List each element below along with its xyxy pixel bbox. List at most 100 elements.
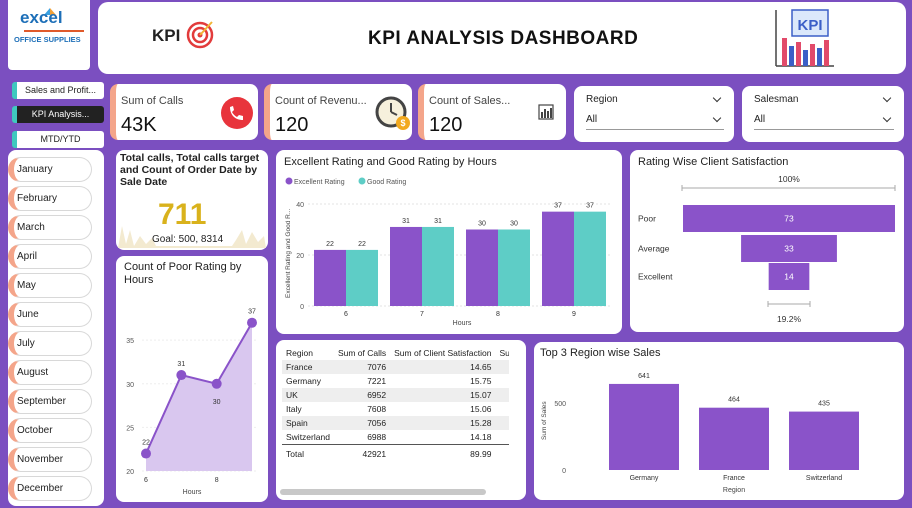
table-body: France 7076 14.65 Germany 7221 15.75 UK 6952 15.… — [282, 360, 510, 460]
salesman-filter[interactable]: Salesman All — [742, 86, 904, 142]
x-axis-label: Hours — [183, 489, 202, 496]
x-tick-label: 7 — [420, 311, 424, 318]
col-header-region[interactable]: Region — [282, 346, 334, 360]
region-table: Region Sum of Calls Sum of Client Satisf… — [282, 346, 510, 460]
table-cell: 7608 — [367, 404, 387, 414]
card-label: Sum of Calls — [121, 95, 184, 107]
funnel-top-label: 100% — [778, 174, 800, 184]
month-april[interactable]: April — [8, 244, 92, 269]
y-axis-label: Sum of Sales — [541, 401, 548, 440]
logo-subtext: OFFICE SUPPLIES — [14, 35, 81, 44]
phone-icon — [221, 97, 253, 129]
table-cell: UK — [282, 388, 334, 402]
card-label: Count of Sales... — [429, 95, 511, 107]
table-cell: 15.28 — [390, 416, 496, 430]
data-point — [176, 370, 187, 381]
rating-by-hours-chart: Excellent Rating Good Rating Excellent R… — [285, 177, 612, 327]
col-header-calls[interactable]: Sum of Calls — [334, 346, 390, 360]
chevron-down-icon[interactable] — [712, 93, 722, 103]
table-row[interactable]: Switzerland 6988 14.18 — [282, 430, 509, 444]
table-cell: 15.07 — [390, 388, 496, 402]
region-select[interactable]: All — [586, 112, 724, 130]
month-february[interactable]: February — [8, 186, 92, 211]
month-may[interactable]: May — [8, 273, 92, 298]
month-january[interactable]: January — [8, 157, 92, 182]
funnel-category-label: Excellent — [638, 272, 673, 282]
col-header-sum[interactable]: Sum — [495, 346, 509, 360]
poor-rating-chart: Hours 20 25 30 35 22 31 30 37 6 8 — [126, 309, 258, 496]
table-cell: 14.65 — [390, 360, 496, 374]
header-bar: KPI KPI ANALYSIS DASHBOARD KPI — [98, 2, 906, 74]
table-cell: Switzerland — [286, 431, 330, 442]
table-row[interactable]: Germany 7221 15.75 — [282, 374, 509, 388]
funnel-value-label: 14 — [784, 272, 794, 282]
table-total-cell: 89.99 — [390, 443, 496, 460]
goal-gauge-panel[interactable]: Total calls, Total calls target and Coun… — [116, 150, 268, 250]
funnel-bottom-label: 19.2% — [777, 314, 802, 324]
area-fill — [146, 322, 252, 471]
y-tick-label: 500 — [554, 401, 566, 408]
card-count-of-revenue[interactable]: Count of Revenu... 120 $ — [264, 84, 412, 140]
card-sum-of-calls[interactable]: Sum of Calls 43K — [110, 84, 258, 140]
table-row[interactable]: Spain 7056 15.28 — [282, 416, 510, 430]
company-logo: excel OFFICE SUPPLIES — [8, 0, 90, 70]
nav-kpi-analysis[interactable]: KPI Analysis... — [12, 106, 104, 123]
month-march[interactable]: March — [8, 215, 92, 240]
y-tick-label: 40 — [296, 202, 304, 209]
data-label: 31 — [402, 218, 410, 225]
region-filter[interactable]: Region All — [574, 86, 734, 142]
table-cell: 15.06 — [470, 404, 492, 414]
table-cell: Germany — [286, 376, 321, 386]
data-label: 435 — [818, 401, 830, 408]
table-row[interactable]: France 7076 14.65 — [282, 360, 510, 374]
month-july[interactable]: July — [8, 331, 92, 356]
x-tick-label: 6 — [344, 311, 348, 318]
bar-excellent — [390, 226, 422, 306]
x-tick-label: 9 — [572, 311, 576, 318]
month-june[interactable]: June — [8, 302, 92, 327]
salesman-select[interactable]: All — [754, 112, 894, 130]
col-header-satisfaction[interactable]: Sum of Client Satisfaction — [390, 346, 495, 360]
top-region-chart: Sum of Sales Region 0 500 641 Germany 464 Fra… — [541, 373, 859, 494]
nav-mtd-ytd[interactable]: MTD/YTD — [12, 131, 104, 148]
chevron-down-icon[interactable] — [712, 113, 722, 123]
x-tick-label: 8 — [215, 477, 219, 484]
poor-rating-panel[interactable]: Count of Poor Rating by Hours Hours 20 25… — [116, 256, 268, 502]
funnel-value-label: 73 — [784, 214, 794, 224]
rating-by-hours-panel[interactable]: Excellent Rating and Good Rating by Hour… — [276, 150, 622, 334]
nav-sales-profit[interactable]: Sales and Profit... — [12, 82, 104, 99]
month-august[interactable]: August — [8, 360, 92, 385]
card-count-of-sales[interactable]: Count of Sales... 120 — [418, 84, 566, 140]
table-cell: France — [282, 360, 334, 374]
table-total-cell: 42921 — [333, 443, 391, 460]
top-region-sales-panel[interactable]: Top 3 Region wise Sales Sum of Sales Reg… — [534, 342, 904, 500]
bar-good — [574, 211, 606, 306]
bar-region — [789, 411, 859, 470]
card-value: 43K — [121, 114, 157, 136]
month-november[interactable]: November — [8, 447, 92, 472]
region-table-panel[interactable]: Region Sum of Calls Sum of Client Satisf… — [276, 340, 526, 500]
y-tick-label: 20 — [126, 469, 134, 476]
table-row[interactable]: Italy 7608 15.06 — [282, 402, 509, 416]
month-september[interactable]: September — [8, 389, 92, 414]
data-label: 641 — [638, 373, 650, 380]
table-total-row: Total 42921 89.99 — [282, 443, 510, 460]
table-cell: 7056 — [333, 416, 391, 430]
rating-funnel-chart: 100% 19.2% Poor 73 Average 33 Excellent 14 — [638, 174, 896, 324]
month-october[interactable]: October — [8, 418, 92, 443]
rating-satisfaction-panel[interactable]: Rating Wise Client Satisfaction 100% 19.… — [630, 150, 904, 332]
horizontal-scrollbar[interactable] — [280, 489, 486, 495]
bar-chart-icon — [538, 104, 554, 120]
svg-text:$: $ — [400, 118, 405, 128]
chevron-down-icon[interactable] — [882, 93, 892, 103]
chevron-down-icon[interactable] — [882, 113, 892, 123]
table-row[interactable]: UK 6952 15.07 — [282, 388, 510, 402]
y-axis-label: Excellent Rating and Good R... — [285, 209, 292, 298]
bar-excellent — [314, 249, 346, 306]
legend-swatch-excellent — [285, 177, 293, 185]
x-tick-label: Germany — [630, 475, 659, 482]
table-cell: 6952 — [333, 388, 391, 402]
month-december[interactable]: December — [8, 476, 92, 501]
data-label: 22 — [326, 241, 334, 248]
table-cell: Spain — [282, 416, 334, 430]
